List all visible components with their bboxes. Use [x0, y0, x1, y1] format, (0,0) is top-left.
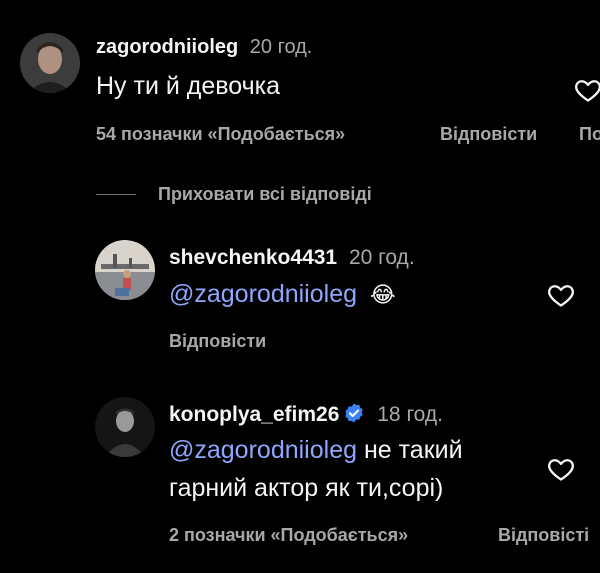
avatar-image	[95, 240, 155, 300]
comment-header: zagorodniioleg 20 год.	[96, 36, 312, 59]
avatar-image	[20, 33, 80, 93]
comment-reply-button[interactable]: Відповісти	[440, 124, 537, 145]
hide-replies-button[interactable]: Приховати всі відповіді	[158, 184, 372, 205]
comment-likes-count[interactable]: 54 позначки «Подобається»	[96, 124, 345, 145]
reply-avatar[interactable]	[95, 240, 155, 300]
comment-time: 20 год.	[249, 36, 313, 58]
reply-avatar[interactable]	[95, 397, 155, 457]
avatar[interactable]	[20, 33, 80, 93]
comment-more-button[interactable]: По	[579, 124, 600, 145]
like-heart-icon[interactable]	[546, 281, 576, 309]
reply-text-line1: не такий	[357, 436, 463, 464]
like-heart-icon[interactable]	[546, 455, 576, 483]
reply-text: @zagorodniioleg 😂	[169, 280, 396, 309]
comment-text: Ну ти й девочка	[96, 72, 281, 100]
reply-username[interactable]: shevchenko4431	[169, 246, 337, 269]
reply-likes-count[interactable]: 2 позначки «Подобається»	[169, 525, 408, 546]
avatar-image	[95, 397, 155, 457]
reply-button[interactable]: Відповісті	[498, 525, 589, 546]
reply-header: konoplya_efim26 18 год.	[169, 402, 443, 427]
like-heart-icon[interactable]	[573, 76, 600, 104]
laughing-emoji-icon: 😂	[369, 282, 396, 307]
divider-line	[96, 194, 136, 195]
reply-time: 20 год.	[348, 246, 415, 269]
mention-link[interactable]: @zagorodniioleg	[169, 436, 357, 464]
reply-text-line2: гарний актор як ти,сорі)	[169, 474, 444, 502]
reply-username[interactable]: konoplya_efim26	[169, 403, 339, 426]
reply-time: 18 год.	[377, 403, 443, 426]
reply-header: shevchenko4431 20 год.	[169, 246, 415, 270]
comment-username[interactable]: zagorodniioleg	[96, 36, 238, 58]
reply-button[interactable]: Відповісти	[169, 331, 266, 352]
reply-text: @zagorodniioleg не такий	[169, 436, 463, 465]
mention-link[interactable]: @zagorodniioleg	[169, 280, 357, 308]
verified-badge-icon	[343, 402, 365, 424]
